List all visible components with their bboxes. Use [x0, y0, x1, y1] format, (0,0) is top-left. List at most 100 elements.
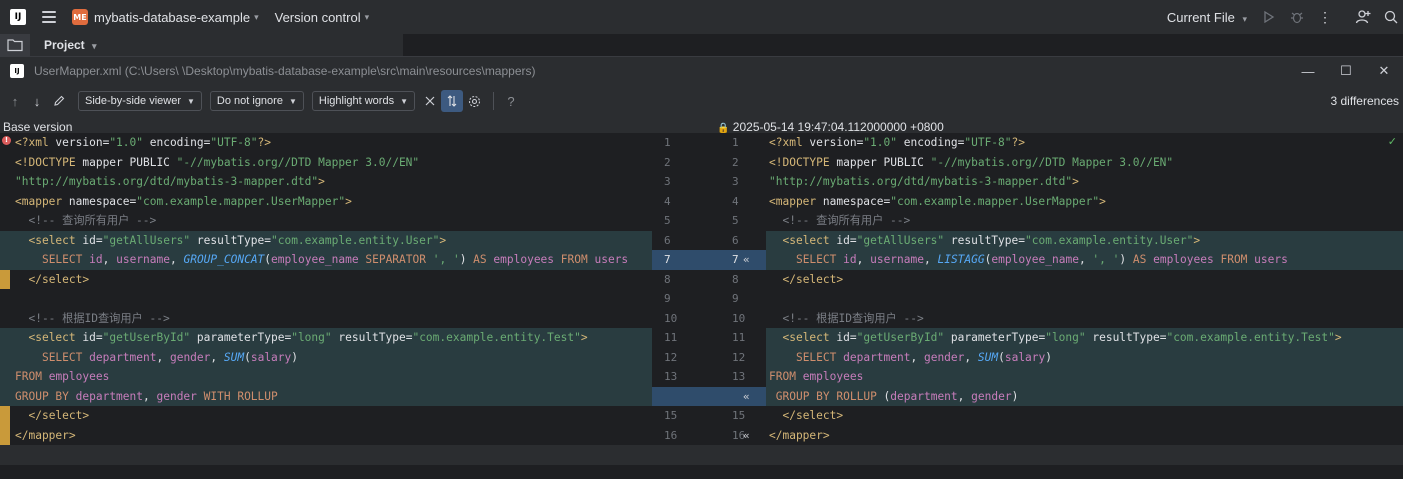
ignore-whitespace-dropdown[interactable]: Do not ignore ▼ — [209, 91, 304, 111]
code-line[interactable]: GROUP BY department, gender WITH ROLLUP — [0, 386, 652, 406]
left-line-number: 7 — [664, 253, 671, 266]
right-line-number: 10 — [732, 311, 746, 325]
left-line-number: 11 — [664, 331, 678, 344]
gutter-row: 66 — [652, 231, 766, 251]
right-editor-pane[interactable]: ✓ <?xml version="1.0" encoding="UTF-8"?>… — [766, 133, 1403, 479]
code-line[interactable]: FROM employees — [0, 367, 652, 387]
gutter-row: 99 — [652, 289, 766, 309]
right-line-number: 2 — [732, 155, 739, 169]
chevron-down-icon[interactable]: ▾ — [365, 12, 370, 23]
right-line-number: 3 — [732, 175, 739, 188]
run-icon[interactable] — [1261, 9, 1277, 25]
code-line[interactable]: </select> — [766, 270, 1403, 290]
gutter-row: 13 13 — [652, 367, 766, 387]
project-badge[interactable]: ME — [72, 9, 88, 25]
left-line-number: 9 — [664, 292, 671, 305]
maximize-icon[interactable]: ☐ — [1327, 63, 1365, 79]
code-line[interactable]: <select id="getUserById" parameterType="… — [0, 328, 652, 348]
minimize-icon[interactable]: — — [1289, 64, 1327, 79]
add-user-icon[interactable] — [1355, 9, 1371, 25]
code-line[interactable]: <?xml version="1.0" encoding="UTF-8"?> — [0, 133, 652, 153]
code-line[interactable]: </select> — [766, 406, 1403, 426]
diff-window-title: UserMapper.xml (C:\Users\ \Desktop\mybat… — [34, 64, 536, 78]
sync-scroll-icon[interactable] — [441, 90, 463, 112]
code-line[interactable]: <select id="getAllUsers" resultType="com… — [0, 230, 652, 250]
left-line-number: 15 — [664, 409, 678, 422]
previous-difference-icon[interactable]: ↑ — [4, 90, 26, 112]
left-line-number: 13 — [664, 370, 678, 383]
collapse-unchanged-icon[interactable] — [419, 90, 441, 112]
help-icon[interactable]: ? — [500, 90, 522, 112]
version-control-menu[interactable]: Version control — [275, 10, 361, 25]
gutter-row: 88 — [652, 270, 766, 290]
right-line-number: 9 — [732, 292, 739, 305]
left-line-number: 6 — [664, 233, 671, 247]
code-line[interactable]: FROM employees — [766, 367, 1403, 387]
search-icon[interactable] — [1383, 9, 1399, 25]
code-line[interactable]: SELECT department, gender, SUM(salary) — [766, 347, 1403, 367]
code-line[interactable]: <!DOCTYPE mapper PUBLIC "-//mybatis.org/… — [0, 153, 652, 173]
gutter-row: 10 10 — [652, 309, 766, 329]
gutter-row: 11 11 — [652, 328, 766, 348]
more-icon[interactable]: ⋮ — [1317, 9, 1333, 25]
project-name[interactable]: mybatis-database-example — [94, 10, 250, 25]
code-line[interactable]: </select> — [0, 406, 652, 426]
right-line-number: 7 — [732, 253, 739, 266]
diff-window: IJ UserMapper.xml (C:\Users\ \Desktop\my… — [0, 56, 1403, 479]
apply-change-left-icon[interactable]: « — [743, 250, 750, 270]
code-line[interactable]: <mapper namespace="com.example.mapper.Us… — [766, 192, 1403, 212]
code-line[interactable]: <!-- 查询所有用户 --> — [766, 211, 1403, 231]
right-line-number: 6 — [732, 233, 739, 247]
code-line[interactable]: <select id="getUserById" parameterType="… — [766, 328, 1403, 348]
code-line[interactable]: "http://mybatis.org/dtd/mybatis-3-mapper… — [766, 172, 1403, 192]
code-line[interactable]: </mapper> — [0, 426, 652, 446]
gutter-row: 7 7 « — [652, 250, 766, 270]
left-line-number: 12 — [664, 350, 678, 364]
code-line[interactable]: <mapper namespace="com.example.mapper.Us… — [0, 192, 652, 212]
viewer-mode-dropdown[interactable]: Side-by-side viewer ▼ — [78, 91, 202, 111]
settings-gear-icon[interactable] — [463, 90, 485, 112]
code-line[interactable]: GROUP BY ROLLUP (department, gender) — [766, 386, 1403, 406]
left-line-number: 10 — [664, 311, 678, 325]
left-editor-pane[interactable]: ! <?xml version="1.0" encoding="UTF-8"?>… — [0, 133, 652, 479]
highlight-mode-dropdown[interactable]: Highlight words ▼ — [311, 91, 415, 111]
code-line[interactable]: <select id="getAllUsers" resultType="com… — [766, 230, 1403, 250]
intellij-logo-icon: IJ — [10, 64, 24, 78]
debug-icon[interactable] — [1289, 9, 1305, 25]
gutter-row: « — [652, 386, 766, 407]
code-line[interactable] — [0, 289, 652, 309]
apply-change-left-icon[interactable]: « — [743, 426, 750, 446]
chevron-down-icon[interactable]: ▾ — [254, 12, 259, 23]
diff-toolbar: ↑ ↓ Side-by-side viewer ▼ Do not ignore ▼ … — [0, 85, 1403, 117]
code-line[interactable]: <!-- 根据ID查询用户 --> — [766, 309, 1403, 329]
title-bar: IJ ME mybatis-database-example ▾ Version… — [0, 0, 1403, 34]
close-icon[interactable]: ✕ — [1365, 63, 1403, 79]
code-line[interactable]: <!DOCTYPE mapper PUBLIC "-//mybatis.org/… — [766, 153, 1403, 173]
project-tool-header: Project ▾ — [0, 34, 403, 56]
apply-change-left-icon[interactable]: « — [743, 387, 750, 407]
gutter-row: 12 12 — [652, 348, 766, 368]
code-line[interactable]: <?xml version="1.0" encoding="UTF-8"?> — [766, 133, 1403, 153]
main-menu-icon[interactable] — [42, 11, 56, 23]
next-difference-icon[interactable]: ↓ — [26, 90, 48, 112]
difference-count: 3 differences — [1330, 94, 1400, 108]
code-line[interactable]: "http://mybatis.org/dtd/mybatis-3-mapper… — [0, 172, 652, 192]
code-line[interactable]: SELECT id, username, GROUP_CONCAT(employ… — [0, 250, 652, 270]
run-configuration-selector[interactable]: Current File ▾ — [1167, 10, 1247, 25]
intellij-logo-icon[interactable]: IJ — [10, 9, 26, 25]
code-line[interactable] — [766, 289, 1403, 309]
project-label[interactable]: Project ▾ — [44, 38, 97, 52]
code-line[interactable]: SELECT id, username, LISTAGG(employee_na… — [766, 250, 1403, 270]
toolbar-divider — [493, 92, 494, 110]
edit-source-icon[interactable] — [48, 90, 70, 112]
code-line[interactable]: </select> — [0, 270, 652, 290]
diff-title-bar: IJ UserMapper.xml (C:\Users\ \Desktop\my… — [0, 57, 1403, 85]
code-line[interactable]: <!-- 根据ID查询用户 --> — [0, 309, 652, 329]
left-line-number: 4 — [664, 194, 671, 208]
code-line[interactable]: SELECT department, gender, SUM(salary) — [0, 347, 652, 367]
code-line[interactable]: </mapper> — [766, 426, 1403, 446]
left-line-number: 3 — [664, 175, 671, 188]
gutter-row: 44 — [652, 192, 766, 212]
code-line[interactable]: <!-- 查询所有用户 --> — [0, 211, 652, 231]
folder-icon[interactable] — [0, 34, 30, 56]
